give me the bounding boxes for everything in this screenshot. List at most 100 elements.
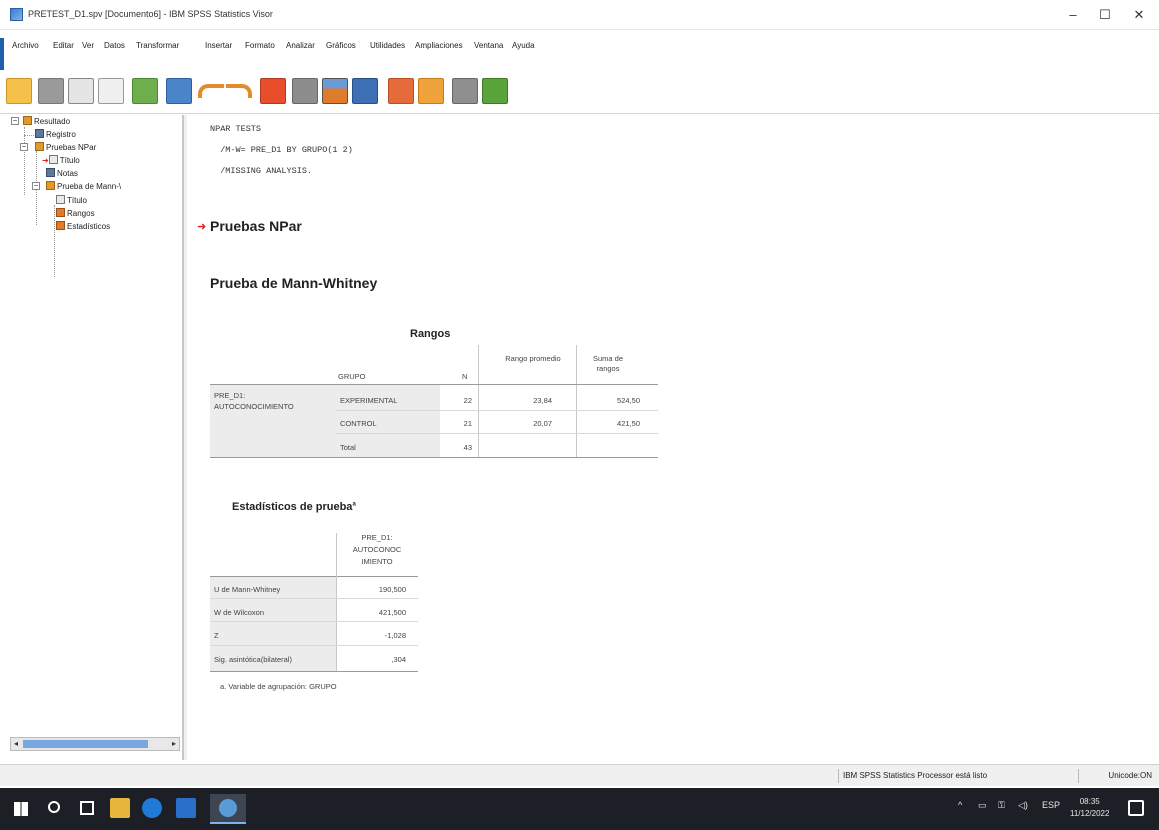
rangos-header-grupo: GRUPO [338, 372, 366, 381]
menu-ayuda[interactable]: Ayuda [512, 41, 535, 50]
network-icon[interactable]: ▭ [978, 800, 987, 811]
menu-formato[interactable]: Formato [245, 41, 275, 50]
export-icon[interactable] [132, 78, 158, 104]
title-bar: PRETEST_D1.spv [Documento6] - IBM SPSS S… [0, 0, 1159, 30]
outline-pane: − Resultado Registro − Pruebas NPar ➜ Tít… [8, 115, 183, 760]
table-icon [56, 208, 65, 217]
close-button[interactable]: ✕ [1124, 6, 1154, 24]
tree-item-resultado[interactable]: Resultado [23, 116, 70, 126]
output-content-pane: NPAR TESTS /M-W= PRE_D1 BY GRUPO(1 2) /M… [188, 115, 1148, 760]
rangos-group-experimental: EXPERIMENTAL [340, 396, 398, 405]
rangos-mean-experimental: 23,84 [533, 396, 552, 405]
pane-splitter[interactable] [183, 115, 187, 760]
clock-date: 11/12/2022 [1070, 809, 1110, 818]
windows-start-icon[interactable] [14, 802, 28, 816]
processor-status: IBM SPSS Statistics Processor está listo [838, 769, 1048, 783]
taskbar-clock[interactable]: 08:35 11/12/2022 [1070, 796, 1109, 820]
scrollbar-thumb[interactable] [23, 740, 148, 748]
output-book-icon [23, 116, 32, 125]
test-statistics-col-header-line-1: PRE_D1: [361, 533, 393, 542]
heading-mann-whitney[interactable]: Prueba de Mann-Whitney [210, 275, 377, 291]
tree-item-titulo-2[interactable]: Título [56, 195, 87, 205]
redo-icon[interactable] [226, 84, 252, 98]
spss-taskbar-icon [219, 799, 237, 817]
collapse-pruebas-npar-icon[interactable]: − [20, 143, 28, 151]
select-icon[interactable] [452, 78, 478, 104]
volume-icon[interactable]: ◁) [1018, 800, 1028, 811]
show-hidden-icons[interactable]: ^ [958, 800, 962, 810]
notes-icon [46, 168, 55, 177]
current-item-arrow-icon: ➜ [197, 221, 207, 233]
save-icon[interactable] [38, 78, 64, 104]
test-statistics-footnote: a. Variable de agrupación: GRUPO [220, 682, 337, 691]
menu-analizar[interactable]: Analizar [286, 41, 315, 50]
menu-ver[interactable]: Ver [82, 41, 94, 50]
rangos-header-mean-rank: Rango promedio [505, 354, 561, 363]
collapse-mann-whitney-icon[interactable]: − [32, 182, 40, 190]
status-bar: IBM SPSS Statistics Processor está listo… [0, 764, 1159, 786]
notifications-icon[interactable] [1128, 800, 1144, 816]
show-icon[interactable] [482, 78, 508, 104]
tree-item-estadisticos[interactable]: Estadísticos [56, 221, 110, 231]
language-indicator[interactable]: ESP [1042, 800, 1060, 810]
open-icon[interactable] [6, 78, 32, 104]
tree-item-prueba-mann-whitney[interactable]: Prueba de Mann-\ [46, 181, 121, 191]
file-explorer-icon[interactable] [110, 798, 130, 818]
collapse-resultado-icon[interactable]: − [11, 117, 19, 125]
stat-label-sig: Sig. asintótica(bilateral) [214, 655, 292, 664]
test-statistics-col-header-line-2: AUTOCONOC [352, 545, 402, 554]
maximize-button[interactable]: ☐ [1090, 6, 1120, 24]
goto-data-icon[interactable] [260, 78, 286, 104]
goto-case-icon[interactable] [292, 78, 318, 104]
scroll-right-icon[interactable]: ▸ [169, 739, 179, 749]
syntax-line-3: /MISSING ANALYSIS. [210, 166, 313, 176]
stat-value-mann-whitney: 190,500 [378, 585, 406, 594]
search-icon[interactable] [48, 801, 60, 813]
outline-horizontal-scrollbar[interactable]: ◂ ▸ [10, 737, 180, 751]
stat-value-wilcoxon: 421,500 [378, 608, 406, 617]
menu-graficos[interactable]: Gráficos [326, 41, 356, 50]
insert-output-icon[interactable] [388, 78, 414, 104]
rangos-n-control: 21 [463, 419, 472, 428]
print-icon[interactable] [68, 78, 94, 104]
menu-datos[interactable]: Datos [104, 41, 125, 50]
battery-icon[interactable]: ⚿ [998, 800, 1005, 811]
menu-ventana[interactable]: Ventana [474, 41, 503, 50]
clock-time: 08:35 [1079, 797, 1100, 806]
rangos-n-total: 43 [463, 443, 472, 452]
stat-value-sig: ,304 [391, 655, 406, 664]
test-statistics-title: Estadísticos de pruebaa [232, 501, 356, 513]
heading-pruebas-npar[interactable]: Pruebas NPar [210, 218, 302, 234]
minimize-button[interactable]: – [1058, 6, 1088, 24]
menu-editar[interactable]: Editar [53, 41, 74, 50]
menu-transformar[interactable]: Transformar [136, 41, 179, 50]
print-preview-icon[interactable] [98, 78, 124, 104]
tree-item-rangos[interactable]: Rangos [56, 208, 95, 218]
task-view-icon[interactable] [80, 801, 94, 815]
menu-insertar[interactable]: Insertar [205, 41, 232, 50]
tree-item-pruebas-npar[interactable]: Pruebas NPar [35, 142, 96, 152]
tree-item-notas[interactable]: Notas [46, 168, 78, 178]
rangos-header-n: N [462, 372, 468, 381]
goto-variable-icon[interactable] [322, 78, 348, 104]
recall-dialog-icon[interactable] [166, 78, 192, 104]
designate-window-icon[interactable] [418, 78, 444, 104]
spss-taskbar-button[interactable] [210, 794, 246, 824]
word-app-icon[interactable] [176, 798, 196, 818]
scroll-left-icon[interactable]: ◂ [11, 739, 21, 749]
tree-item-registro[interactable]: Registro [35, 129, 76, 139]
edge-browser-icon[interactable] [142, 798, 162, 818]
menu-ampliaciones[interactable]: Ampliaciones [415, 41, 463, 50]
undo-icon[interactable] [198, 84, 224, 98]
window-title: PRETEST_D1.spv [Documento6] - IBM SPSS S… [28, 9, 273, 19]
rangos-header-sum-ranks: Suma de rangos [592, 354, 624, 373]
tree-item-titulo[interactable]: ➜ Título [42, 155, 80, 165]
test-statistics-col-header-line-3: IMIENTO [361, 557, 393, 566]
selection-arrow-icon: ➜ [42, 156, 49, 165]
variables-icon[interactable] [352, 78, 378, 104]
table-icon [56, 221, 65, 230]
windows-taskbar: ^ ▭ ⚿ ◁) ESP 08:35 11/12/2022 [0, 788, 1159, 830]
menu-archivo[interactable]: Archivo [12, 41, 39, 50]
rangos-mean-control: 20,07 [533, 419, 552, 428]
menu-utilidades[interactable]: Utilidades [370, 41, 405, 50]
